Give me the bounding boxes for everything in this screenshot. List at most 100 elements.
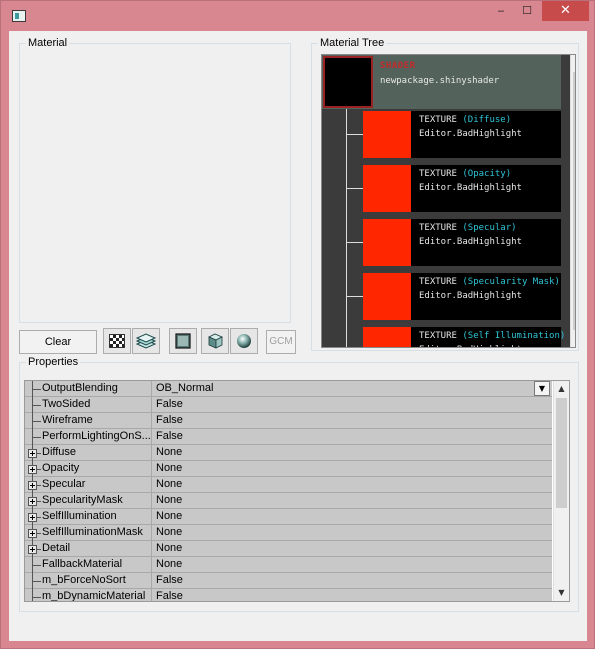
property-row[interactable]: OutputBlending OB_Normal ▼ <box>25 381 552 397</box>
property-value-cell[interactable]: None <box>151 493 552 509</box>
property-name-cell[interactable]: m_bDynamicMaterial <box>25 589 151 601</box>
property-value-cell[interactable]: None <box>151 541 552 557</box>
layers-icon <box>135 333 157 349</box>
texture-node[interactable]: TEXTURE (Diffuse) Editor.BadHighlight <box>363 111 561 158</box>
property-value-cell[interactable]: False <box>151 397 552 413</box>
property-row[interactable]: Wireframe False <box>25 413 552 429</box>
property-row[interactable]: TwoSided False <box>25 397 552 413</box>
property-row[interactable]: SelfIlluminationMask None <box>25 525 552 541</box>
property-grid[interactable]: OutputBlending OB_Normal ▼ TwoSided False Wir… <box>24 380 570 602</box>
scroll-up-arrow-icon[interactable]: ▲ <box>571 55 575 71</box>
scroll-up-arrow-icon[interactable]: ▲ <box>554 381 569 397</box>
property-value-cell[interactable]: False <box>151 429 552 445</box>
property-row[interactable]: m_bForceNoSort False <box>25 573 552 589</box>
property-value-cell[interactable]: False <box>151 573 552 589</box>
layers-button[interactable] <box>132 328 160 354</box>
property-name-cell[interactable]: Specular <box>25 477 151 493</box>
property-value-cell[interactable]: None <box>151 557 552 573</box>
property-value-cell[interactable]: None <box>151 477 552 493</box>
material-tree-view[interactable]: SHADER newpackage.shinyshader TEXTURE (D… <box>321 54 576 348</box>
tree-branch <box>347 188 363 189</box>
expand-plus-icon[interactable] <box>28 513 37 522</box>
property-row[interactable]: Opacity None <box>25 461 552 477</box>
texture-kind: TEXTURE <box>419 223 457 233</box>
texture-kind: TEXTURE <box>419 115 457 125</box>
material-tree-groupbox: Material Tree SHADER newpackage.shinysha… <box>311 37 579 351</box>
cube-preview-button[interactable] <box>201 328 229 354</box>
texture-name: Editor.BadHighlight <box>419 237 522 247</box>
texture-thumbnail <box>363 111 411 158</box>
property-name: OutputBlending <box>42 382 118 394</box>
expand-plus-icon[interactable] <box>28 481 37 490</box>
minimize-button[interactable]: ‒ <box>488 1 514 21</box>
grid-scrollbar[interactable]: ▲ ▼ <box>553 381 569 601</box>
property-name-cell[interactable]: m_bForceNoSort <box>25 573 151 589</box>
property-name: Opacity <box>42 462 80 474</box>
scroll-down-arrow-icon[interactable]: ▼ <box>554 585 569 601</box>
property-name-cell[interactable]: FallbackMaterial <box>25 557 151 573</box>
plane-icon <box>175 333 191 349</box>
clear-button[interactable]: Clear <box>19 330 97 354</box>
cube-icon <box>208 333 223 349</box>
property-value-cell[interactable]: None <box>151 461 552 477</box>
property-name-cell[interactable]: SelfIlluminationMask <box>25 525 151 541</box>
texture-node[interactable]: TEXTURE (Opacity) Editor.BadHighlight <box>363 165 561 212</box>
property-row[interactable]: m_bDynamicMaterial False <box>25 589 552 602</box>
property-value: False <box>156 430 183 442</box>
tree-line <box>32 437 41 438</box>
texture-type-label: TEXTURE (Opacity) <box>419 169 511 179</box>
expand-plus-icon[interactable] <box>28 465 37 474</box>
property-row[interactable]: PerformLightingOnS... False <box>25 429 552 445</box>
property-name-cell[interactable]: Diffuse <box>25 445 151 461</box>
property-row[interactable]: Specular None <box>25 477 552 493</box>
property-row[interactable]: Detail None <box>25 541 552 557</box>
sphere-preview-button[interactable] <box>230 328 258 354</box>
dropdown-arrow-icon[interactable]: ▼ <box>534 381 550 396</box>
property-value-cell[interactable]: OB_Normal ▼ <box>151 381 552 397</box>
expand-plus-icon[interactable] <box>28 545 37 554</box>
tree-connector <box>346 109 347 347</box>
texture-node[interactable]: TEXTURE (Self Illumination) Editor.BadHig… <box>363 327 565 347</box>
gcm-button[interactable]: GCM <box>266 330 296 354</box>
expand-plus-icon[interactable] <box>28 497 37 506</box>
texture-node[interactable]: TEXTURE (Specular) Editor.BadHighlight <box>363 219 561 266</box>
material-label: Material <box>26 37 70 50</box>
property-name-cell[interactable]: Opacity <box>25 461 151 477</box>
property-name-cell[interactable]: PerformLightingOnS... <box>25 429 151 445</box>
property-value-cell[interactable]: False <box>151 413 552 429</box>
property-row[interactable]: SpecularityMask None <box>25 493 552 509</box>
tree-line <box>32 597 41 598</box>
expand-plus-icon[interactable] <box>28 449 37 458</box>
texture-node[interactable]: TEXTURE (Specularity Mask) Editor.BadHigh… <box>363 273 561 320</box>
property-name-cell[interactable]: Wireframe <box>25 413 151 429</box>
checker-background-button[interactable] <box>103 328 131 354</box>
expand-plus-icon[interactable] <box>28 529 37 538</box>
plane-preview-button[interactable] <box>169 328 197 354</box>
title-bar[interactable]: ‒ ☐ ✕ <box>1 1 594 29</box>
property-row[interactable]: Diffuse None <box>25 445 552 461</box>
property-value-cell[interactable]: False <box>151 589 552 602</box>
property-name-cell[interactable]: SpecularityMask <box>25 493 151 509</box>
scroll-down-arrow-icon[interactable]: ▼ <box>571 332 575 347</box>
property-name-cell[interactable]: SelfIllumination <box>25 509 151 525</box>
property-name-cell[interactable]: OutputBlending <box>25 381 151 397</box>
tree-line <box>32 565 41 566</box>
texture-thumbnail <box>363 165 411 212</box>
property-row[interactable]: SelfIllumination None <box>25 509 552 525</box>
scroll-thumb[interactable] <box>573 72 575 330</box>
property-value: False <box>156 414 183 426</box>
property-value-cell[interactable]: None <box>151 525 552 541</box>
maximize-button[interactable]: ☐ <box>514 1 540 21</box>
property-name-cell[interactable]: Detail <box>25 541 151 557</box>
property-value-cell[interactable]: None <box>151 509 552 525</box>
shader-node[interactable]: SHADER newpackage.shinyshader <box>322 55 561 109</box>
property-row[interactable]: FallbackMaterial None <box>25 557 552 573</box>
tree-scrollbar[interactable]: ▲ ▼ <box>570 55 575 347</box>
property-value-cell[interactable]: None <box>151 445 552 461</box>
property-value: False <box>156 590 183 602</box>
close-button[interactable]: ✕ <box>542 1 589 21</box>
property-name-cell[interactable]: TwoSided <box>25 397 151 413</box>
scroll-thumb[interactable] <box>556 398 567 508</box>
texture-name: Editor.BadHighlight <box>419 183 522 193</box>
property-value: False <box>156 574 183 586</box>
